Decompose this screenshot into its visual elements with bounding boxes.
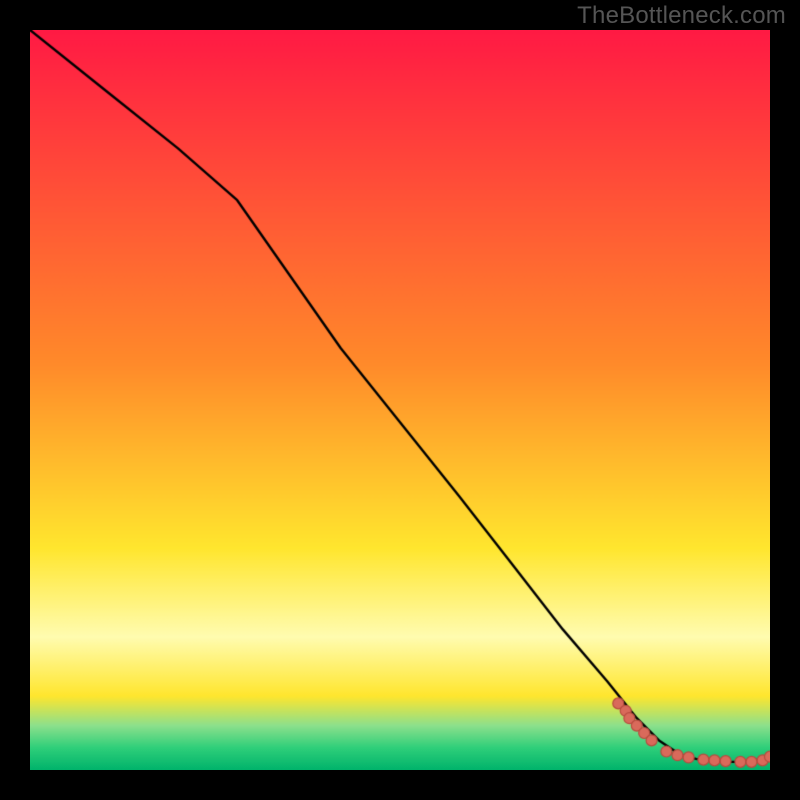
app-frame: TheBottleneck.com <box>0 0 800 800</box>
chart-canvas <box>30 30 770 770</box>
watermark-text: TheBottleneck.com <box>577 2 786 30</box>
chart-plot-area <box>30 30 770 770</box>
